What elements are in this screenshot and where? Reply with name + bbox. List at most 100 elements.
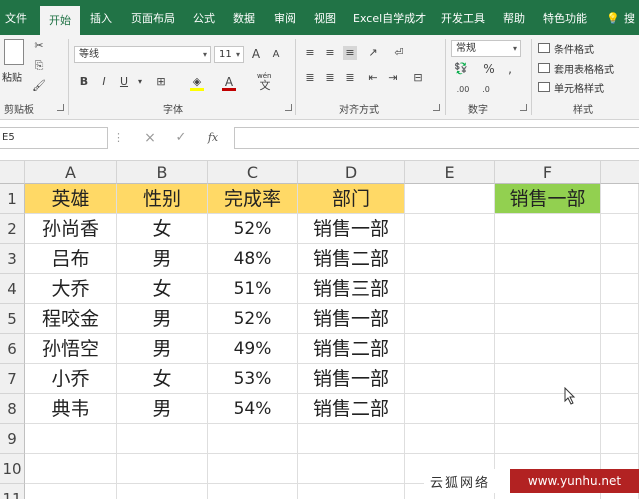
table-data-cell[interactable]: 女 [117,364,208,394]
cell-d10[interactable] [298,454,405,484]
tab-help[interactable]: 帮助 [503,0,525,35]
cell-e3[interactable] [405,244,495,274]
increase-indent-icon[interactable]: ⇥ [386,71,400,85]
tell-me-icon[interactable]: 💡 [606,0,620,35]
font-color-icon[interactable]: A [222,75,236,89]
tab-page-layout[interactable]: 页面布局 [131,0,175,35]
shrink-font-icon[interactable]: A [270,48,282,62]
cell-c10[interactable] [208,454,298,484]
cell-b11[interactable] [117,484,208,499]
cell-b9[interactable] [117,424,208,454]
worksheet-grid[interactable]: A B C D E F 1 英雄 性别 完成率 部门 销售一部 2 孙尚香女 52% 销售一部 3 吕… [0,161,639,499]
table-data-cell[interactable]: 大乔 [25,274,117,304]
grow-font-icon[interactable]: A [250,47,262,61]
font-launcher-icon[interactable] [285,104,292,111]
cell-g7[interactable] [601,364,639,394]
tab-special[interactable]: 特色功能 [543,0,587,35]
insert-function-icon[interactable]: fx [205,131,221,145]
cell-g2[interactable] [601,214,639,244]
number-launcher-icon[interactable] [520,104,527,111]
wrap-text-icon[interactable]: ⏎ [391,46,407,60]
copy-icon[interactable]: ⎘ [32,59,46,73]
table-data-cell[interactable]: 吕布 [25,244,117,274]
tab-search[interactable]: 搜 [624,0,635,35]
table-data-cell[interactable]: 销售二部 [298,244,405,274]
cell-a11[interactable] [25,484,117,499]
cell-f4[interactable] [495,274,601,304]
row-header-3[interactable]: 3 [0,244,25,274]
font-size-dropdown[interactable]: 11 ▾ [214,46,244,63]
fill-color-icon[interactable]: ◈ [190,75,204,89]
cell-e2[interactable] [405,214,495,244]
table-data-cell[interactable]: 49% [208,334,298,364]
table-data-cell[interactable]: 销售一部 [298,304,405,334]
cell-e4[interactable] [405,274,495,304]
table-data-cell[interactable]: 52% [208,304,298,334]
italic-button[interactable]: I [98,75,110,89]
row-header-2[interactable]: 2 [0,214,25,244]
currency-icon[interactable]: 💱 [453,62,469,76]
align-right-icon[interactable]: ≣ [343,71,357,85]
table-data-cell[interactable]: 女 [117,214,208,244]
percent-style-button[interactable]: % [482,62,496,76]
merge-center-icon[interactable]: ⊟ [410,71,426,85]
phonetic-guide-icon[interactable]: 文 [258,79,272,93]
enter-icon[interactable]: ✓ [174,131,188,145]
cell-g5[interactable] [601,304,639,334]
cut-icon[interactable]: ✂ [32,39,46,53]
table-data-cell[interactable]: 女 [117,274,208,304]
cell-e9[interactable] [405,424,495,454]
cell-c9[interactable] [208,424,298,454]
tab-view[interactable]: 视图 [314,0,336,35]
paste-label[interactable]: 粘贴 [2,69,22,84]
cell-d11[interactable] [298,484,405,499]
cell-f2[interactable] [495,214,601,244]
cell-a10[interactable] [25,454,117,484]
more-options-icon[interactable]: ⋮ [113,131,124,145]
select-all-corner[interactable] [0,161,25,184]
column-header-c[interactable]: C [208,161,298,184]
cell-e8[interactable] [405,394,495,424]
cell-e5[interactable] [405,304,495,334]
table-data-cell[interactable]: 男 [117,394,208,424]
align-center-icon[interactable]: ≣ [323,71,337,85]
number-format-dropdown[interactable]: 常规 ▾ [451,40,521,57]
row-header-11[interactable]: 11 [0,484,25,499]
table-header-cell[interactable]: 部门 [298,184,405,214]
table-data-cell[interactable]: 孙悟空 [25,334,117,364]
paste-icon[interactable] [4,39,24,65]
border-icon[interactable]: ⊞ [154,75,168,89]
cell-g4[interactable] [601,274,639,304]
formula-input[interactable] [234,127,639,149]
cell-f8[interactable] [495,394,601,424]
cell-e6[interactable] [405,334,495,364]
tab-home[interactable]: 开始 [40,6,80,35]
row-header-4[interactable]: 4 [0,274,25,304]
cell-g8[interactable] [601,394,639,424]
table-header-cell[interactable]: 英雄 [25,184,117,214]
format-as-table-button[interactable]: 套用表格格式 [554,61,614,76]
row-header-1[interactable]: 1 [0,184,25,214]
column-header-d[interactable]: D [298,161,405,184]
cell-f5[interactable] [495,304,601,334]
row-header-10[interactable]: 10 [0,454,25,484]
align-top-icon[interactable]: ≡ [303,46,317,60]
comma-style-button[interactable]: , [505,62,515,76]
cell-a9[interactable] [25,424,117,454]
tab-file[interactable]: 文件 [5,0,27,35]
align-left-icon[interactable]: ≣ [303,71,317,85]
row-header-8[interactable]: 8 [0,394,25,424]
table-data-cell[interactable]: 男 [117,304,208,334]
font-name-dropdown[interactable]: 等线 ▾ [74,46,211,63]
criteria-cell-f1[interactable]: 销售一部 [495,184,601,214]
column-header-f[interactable]: F [495,161,601,184]
table-data-cell[interactable]: 男 [117,244,208,274]
cell-f7[interactable] [495,364,601,394]
decrease-indent-icon[interactable]: ⇤ [366,71,380,85]
table-data-cell[interactable]: 销售一部 [298,214,405,244]
cell-d9[interactable] [298,424,405,454]
table-data-cell[interactable]: 程咬金 [25,304,117,334]
table-data-cell[interactable]: 51% [208,274,298,304]
conditional-formatting-button[interactable]: 条件格式 [554,41,594,56]
table-data-cell[interactable]: 孙尚香 [25,214,117,244]
